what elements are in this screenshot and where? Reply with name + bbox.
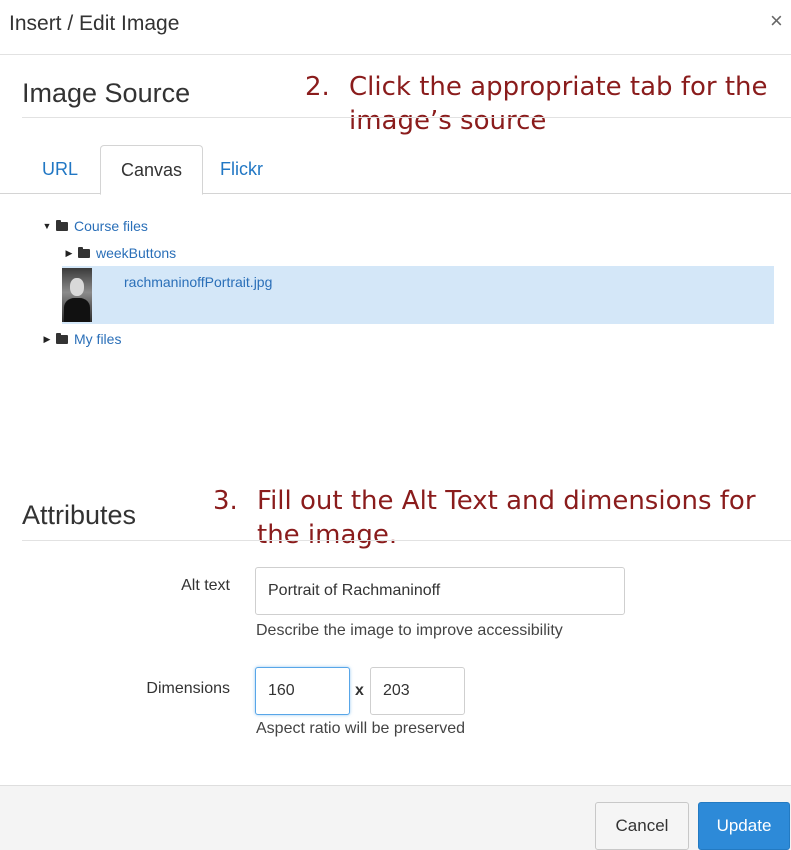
header-divider bbox=[0, 54, 791, 55]
annotation-step-2-line1: Click the appropriate tab for the bbox=[349, 72, 768, 102]
folder-icon bbox=[56, 332, 68, 344]
annotation-step-3-line2: the image. bbox=[257, 520, 398, 550]
tab-canvas[interactable]: Canvas bbox=[100, 145, 204, 195]
dimensions-help: Aspect ratio will be preserved bbox=[256, 720, 465, 737]
dimensions-label: Dimensions bbox=[146, 680, 230, 697]
tree-item-week-buttons[interactable]: ▶ weekButtons bbox=[64, 245, 177, 261]
cancel-button[interactable]: Cancel bbox=[595, 802, 689, 850]
file-name: rachmaninoffPortrait.jpg bbox=[124, 274, 273, 290]
folder-icon bbox=[78, 246, 90, 258]
width-input[interactable] bbox=[255, 667, 350, 715]
annotation-step-2: 2. Click the appropriate tab for the imag… bbox=[305, 70, 768, 138]
tree-item-label: Course files bbox=[74, 218, 148, 234]
caret-right-icon[interactable]: ▶ bbox=[42, 334, 52, 345]
annotation-step-2-line2: image’s source bbox=[349, 106, 547, 136]
annotation-step-3-line1: Fill out the Alt Text and dimensions for bbox=[257, 486, 756, 516]
caret-right-icon[interactable]: ▶ bbox=[64, 248, 74, 259]
tree-item-label: My files bbox=[74, 331, 122, 347]
height-input[interactable] bbox=[370, 667, 465, 715]
dimensions-separator: x bbox=[355, 682, 364, 699]
update-button[interactable]: Update bbox=[698, 802, 790, 850]
folder-icon bbox=[56, 219, 68, 231]
alt-text-help: Describe the image to improve accessibil… bbox=[256, 622, 563, 639]
image-thumbnail bbox=[62, 268, 92, 322]
tree-item-my-files[interactable]: ▶ My files bbox=[42, 331, 122, 347]
close-icon[interactable]: × bbox=[770, 10, 783, 32]
tree-item-label: weekButtons bbox=[96, 245, 177, 261]
caret-down-icon[interactable]: ▼ bbox=[42, 221, 52, 231]
annotation-step-3: 3. Fill out the Alt Text and dimensions f… bbox=[213, 484, 756, 552]
tab-url[interactable]: URL bbox=[22, 145, 98, 194]
image-source-tabs: URL Canvas Flickr bbox=[0, 145, 791, 195]
selected-file-row[interactable]: rachmaninoffPortrait.jpg bbox=[62, 266, 774, 324]
annotation-step-3-number: 3. bbox=[213, 486, 238, 516]
alt-text-label: Alt text bbox=[181, 577, 230, 594]
image-source-heading: Image Source bbox=[22, 78, 191, 108]
attributes-divider bbox=[22, 540, 791, 541]
image-source-divider bbox=[22, 117, 791, 118]
annotation-step-2-number: 2. bbox=[305, 72, 330, 102]
attributes-heading: Attributes bbox=[22, 500, 137, 530]
alt-text-input[interactable] bbox=[255, 567, 625, 615]
dialog-footer: Cancel Update bbox=[0, 785, 791, 850]
tab-flickr[interactable]: Flickr bbox=[200, 145, 283, 194]
tree-item-course-files[interactable]: ▼ Course files bbox=[42, 218, 148, 234]
dialog-title: Insert / Edit Image bbox=[9, 12, 180, 35]
